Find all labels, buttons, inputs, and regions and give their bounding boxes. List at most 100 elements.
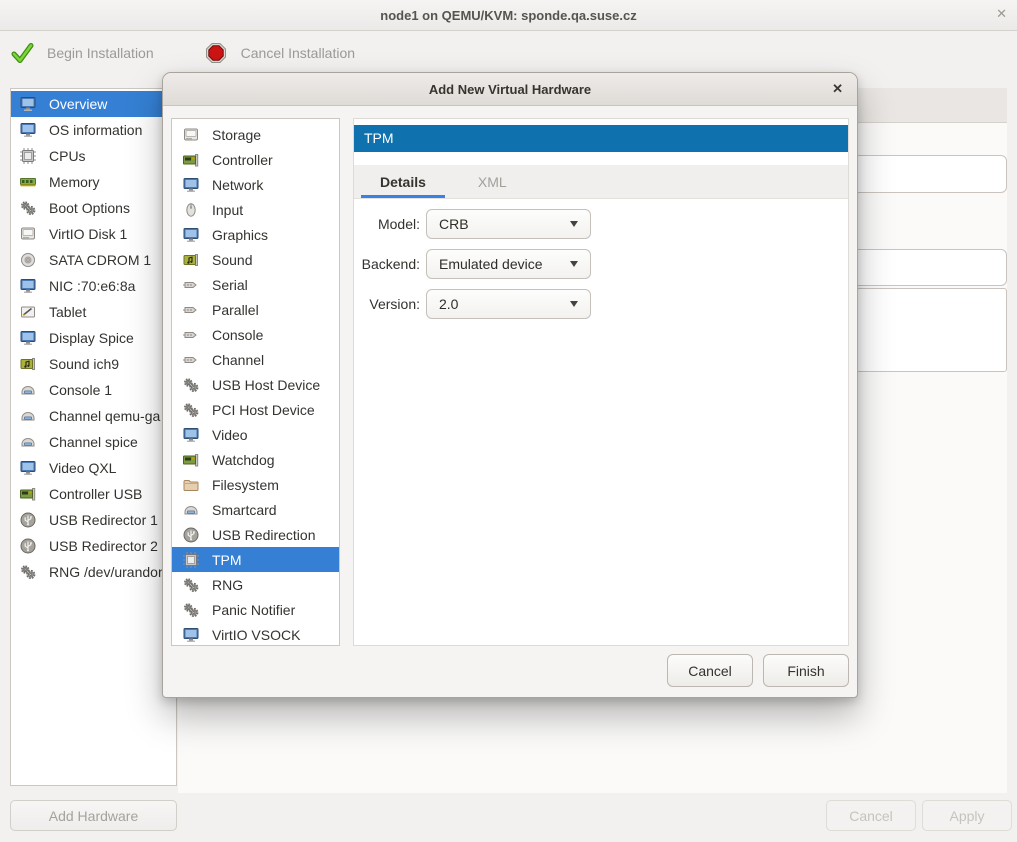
plug-icon [182, 351, 200, 369]
monitor-icon [19, 95, 37, 113]
sidebar-item-tablet[interactable]: Tablet [11, 299, 176, 325]
item-label: RNG /dev/urandom [49, 564, 170, 580]
window-titlebar: node1 on QEMU/KVM: sponde.qa.suse.cz ✕ [0, 0, 1017, 31]
gears-icon [182, 401, 200, 419]
item-label: Display Spice [49, 330, 134, 346]
sidebar-item-nic-70-e6-8a[interactable]: NIC :70:e6:8a [11, 273, 176, 299]
monitor-icon [182, 426, 200, 444]
dialog-cancel-button[interactable]: Cancel [667, 654, 753, 687]
tab-details[interactable]: Details [354, 165, 452, 198]
hw-item-watchdog[interactable]: Watchdog [172, 447, 339, 472]
hw-item-filesystem[interactable]: Filesystem [172, 472, 339, 497]
sound-icon [19, 355, 37, 373]
sidebar-item-sound-ich9[interactable]: Sound ich9 [11, 351, 176, 377]
sidebar-item-sata-cdrom-1[interactable]: SATA CDROM 1 [11, 247, 176, 273]
hw-item-pci-host-device[interactable]: PCI Host Device [172, 397, 339, 422]
dialog-finish-button[interactable]: Finish [763, 654, 849, 687]
monitor-icon [19, 459, 37, 477]
backend-dropdown[interactable]: Emulated device [426, 249, 591, 279]
hardware-type-list: StorageControllerNetwork Input GraphicsSou… [171, 118, 340, 646]
cancel-installation-label: Cancel Installation [241, 45, 355, 61]
stop-icon [204, 42, 228, 64]
item-label: NIC :70:e6:8a [49, 278, 135, 294]
item-label: RNG [212, 577, 243, 593]
item-label: Memory [49, 174, 100, 190]
hw-item-serial[interactable]: Serial [172, 272, 339, 297]
item-label: Boot Options [49, 200, 130, 216]
hw-item-usb-host-device[interactable]: USB Host Device [172, 372, 339, 397]
virt-manager-window: node1 on QEMU/KVM: sponde.qa.suse.cz ✕ B… [0, 0, 1017, 842]
sidebar-item-channel-qemu-ga[interactable]: Channel qemu-ga [11, 403, 176, 429]
mouse-icon [182, 201, 200, 219]
dialog-titlebar: Add New Virtual Hardware ✕ [163, 73, 857, 106]
cancel-installation-button[interactable]: Cancel Installation [204, 35, 355, 71]
sidebar-item-channel-spice[interactable]: Channel spice [11, 429, 176, 455]
window-close-icon[interactable]: ✕ [996, 6, 1007, 22]
sidebar-item-memory[interactable]: Memory [11, 169, 176, 195]
chip-icon [19, 147, 37, 165]
hw-item-smartcard[interactable]: Smartcard [172, 497, 339, 522]
tab-xml[interactable]: XML [452, 165, 533, 198]
active-tab-underline [361, 195, 445, 198]
hw-item-graphics[interactable]: Graphics [172, 222, 339, 247]
backend-label: Backend: [354, 256, 426, 272]
hw-item-sound[interactable]: Sound [172, 247, 339, 272]
check-icon [10, 42, 34, 64]
item-label: USB Redirector 1 [49, 512, 158, 528]
sidebar-item-video-qxl[interactable]: Video QXL [11, 455, 176, 481]
version-dropdown[interactable]: 2.0 [426, 289, 591, 319]
sidebar-item-virtio-disk-1[interactable]: VirtIO Disk 1 [11, 221, 176, 247]
hw-item-storage[interactable]: Storage [172, 122, 339, 147]
hw-item-virtio-vsock[interactable]: VirtIO VSOCK [172, 622, 339, 646]
hw-item-tpm[interactable]: TPM [172, 547, 339, 572]
gears-icon [182, 576, 200, 594]
hw-item-channel[interactable]: Channel [172, 347, 339, 372]
sidebar-item-controller-usb[interactable]: Controller USB [11, 481, 176, 507]
hw-item-input[interactable]: Input [172, 197, 339, 222]
hw-item-video[interactable]: Video [172, 422, 339, 447]
card-icon [182, 151, 200, 169]
sidebar-item-os-information[interactable]: OS information [11, 117, 176, 143]
gears-icon [19, 199, 37, 217]
panel-tabstrip: Details XML [354, 165, 848, 199]
item-label: VirtIO VSOCK [212, 627, 300, 643]
model-dropdown[interactable]: CRB [426, 209, 591, 239]
sidebar-item-usb-redirector-2[interactable]: USB Redirector 2 [11, 533, 176, 559]
dialog-close-icon[interactable]: ✕ [832, 81, 843, 97]
monitor-icon [19, 277, 37, 295]
item-label: Video QXL [49, 460, 116, 476]
sidebar-item-boot-options[interactable]: Boot Options [11, 195, 176, 221]
item-label: Overview [49, 96, 107, 112]
monitor-icon [19, 121, 37, 139]
hw-item-controller[interactable]: Controller [172, 147, 339, 172]
hw-item-parallel[interactable]: Parallel [172, 297, 339, 322]
sidebar-item-usb-redirector-1[interactable]: USB Redirector 1 [11, 507, 176, 533]
main-cancel-button: Cancel [826, 800, 916, 831]
item-label: Input [212, 202, 243, 218]
begin-installation-button[interactable]: Begin Installation [10, 35, 154, 71]
device-icon [19, 407, 37, 425]
sidebar-item-rng-dev-urandom[interactable]: RNG /dev/urandom [11, 559, 176, 585]
hw-item-rng[interactable]: RNG [172, 572, 339, 597]
version-label: Version: [354, 296, 426, 312]
hw-item-console[interactable]: Console [172, 322, 339, 347]
hw-item-network[interactable]: Network [172, 172, 339, 197]
sidebar-item-cpus[interactable]: CPUs [11, 143, 176, 169]
hw-item-usb-redirection[interactable]: USB Redirection [172, 522, 339, 547]
sidebar-item-console-1[interactable]: Console 1 [11, 377, 176, 403]
add-hardware-button[interactable]: Add Hardware [10, 800, 177, 831]
sidebar-item-display-spice[interactable]: Display Spice [11, 325, 176, 351]
tab-details-label: Details [380, 174, 426, 190]
chevron-down-icon [570, 261, 578, 267]
version-row: Version: 2.0 [354, 289, 848, 319]
item-label: OS information [49, 122, 142, 138]
backend-value: Emulated device [439, 256, 543, 272]
item-label: Sound ich9 [49, 356, 119, 372]
item-label: Console [212, 327, 263, 343]
model-label: Model: [354, 216, 426, 232]
hw-item-panic-notifier[interactable]: Panic Notifier [172, 597, 339, 622]
sidebar-item-overview[interactable]: Overview [11, 91, 176, 117]
item-label: Filesystem [212, 477, 279, 493]
panel-header: TPM [354, 125, 848, 152]
dialog-title: Add New Virtual Hardware [429, 82, 591, 97]
